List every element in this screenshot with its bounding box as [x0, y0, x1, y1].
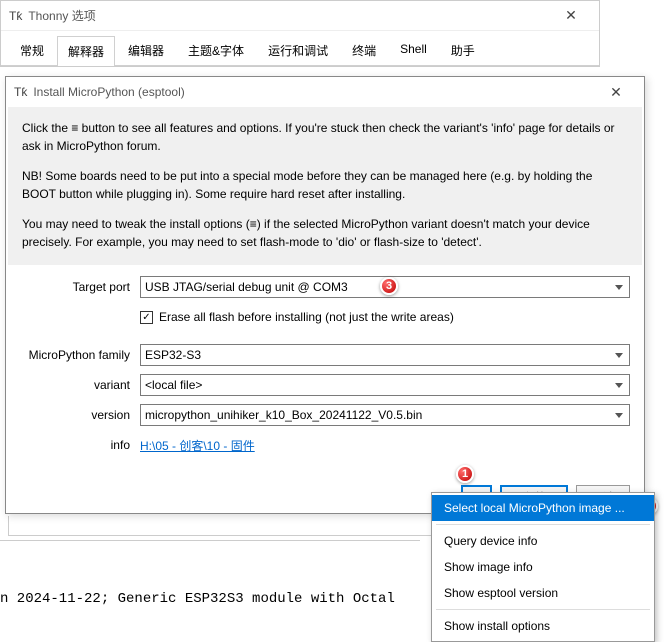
- variant-label: variant: [20, 378, 140, 392]
- tab-assistant[interactable]: 助手: [440, 35, 486, 65]
- erase-flash-label: Erase all flash before installing (not j…: [159, 310, 454, 324]
- menu-select-local-image[interactable]: Select local MicroPython image ...: [432, 495, 654, 521]
- options-title: Thonny 选项: [28, 7, 551, 24]
- hamburger-menu: Select local MicroPython image ... Query…: [431, 492, 655, 642]
- annotation-badge-1: 1: [456, 465, 474, 483]
- family-value: ESP32-S3: [145, 348, 201, 362]
- family-select[interactable]: ESP32-S3: [140, 344, 630, 366]
- menu-separator: [436, 524, 650, 525]
- tab-shell[interactable]: Shell: [389, 35, 438, 65]
- close-icon[interactable]: ✕: [596, 84, 636, 101]
- family-label: MicroPython family: [20, 348, 140, 362]
- tab-general[interactable]: 常规: [9, 35, 55, 65]
- install-micropython-dialog: Tƙ Install MicroPython (esptool) ✕ Click…: [5, 76, 645, 514]
- info-link[interactable]: H:\05 - 创客\10 - 固件: [140, 439, 255, 453]
- app-icon: Tƙ: [9, 9, 22, 23]
- tab-terminal[interactable]: 终端: [341, 35, 387, 65]
- annotation-badge-3: 3: [380, 277, 398, 295]
- info-label: info: [20, 438, 140, 452]
- version-value: micropython_unihiker_k10_Box_20241122_V0…: [145, 408, 422, 422]
- tab-editor[interactable]: 编辑器: [117, 35, 175, 65]
- tab-theme-font[interactable]: 主题&字体: [177, 35, 255, 65]
- target-port-label: Target port: [20, 280, 140, 294]
- info-text-1: Click the ≡ button to see all features a…: [22, 119, 628, 155]
- menu-show-esptool-version[interactable]: Show esptool version: [432, 580, 654, 606]
- version-select[interactable]: micropython_unihiker_k10_Box_20241122_V0…: [140, 404, 630, 426]
- terminal-output: n 2024-11-22; Generic ESP32S3 module wit…: [0, 551, 420, 607]
- target-port-value: USB JTAG/serial debug unit @ COM3: [145, 280, 348, 294]
- options-tabs: 常规 解释器 编辑器 主题&字体 运行和调试 终端 Shell 助手: [1, 31, 599, 66]
- erase-flash-checkbox[interactable]: ✓: [140, 311, 153, 324]
- info-text-2: NB! Some boards need to be put into a sp…: [22, 167, 628, 203]
- options-window: Tƙ Thonny 选项 ✕ 常规 解释器 编辑器 主题&字体 运行和调试 终端…: [0, 0, 600, 67]
- version-label: version: [20, 408, 140, 422]
- options-titlebar: Tƙ Thonny 选项 ✕: [1, 1, 599, 31]
- menu-show-install-options[interactable]: Show install options: [432, 613, 654, 639]
- tab-interpreter[interactable]: 解释器: [57, 36, 115, 66]
- dialog-titlebar: Tƙ Install MicroPython (esptool) ✕: [6, 77, 644, 107]
- tab-run-debug[interactable]: 运行和调试: [257, 35, 339, 65]
- variant-select[interactable]: <local file>: [140, 374, 630, 396]
- menu-separator: [436, 609, 650, 610]
- close-icon[interactable]: ✕: [551, 7, 591, 24]
- terminal-area: n 2024-11-22; Generic ESP32S3 module wit…: [0, 540, 420, 607]
- info-text-3: You may need to tweak the install option…: [22, 215, 628, 251]
- form-area: Target port USB JTAG/serial debug unit @…: [6, 265, 644, 477]
- dialog-title: Install MicroPython (esptool): [33, 85, 596, 99]
- variant-value: <local file>: [145, 378, 202, 392]
- menu-show-image-info[interactable]: Show image info: [432, 554, 654, 580]
- app-icon: Tƙ: [14, 85, 27, 99]
- info-panel: Click the ≡ button to see all features a…: [8, 107, 642, 265]
- menu-query-device-info[interactable]: Query device info: [432, 528, 654, 554]
